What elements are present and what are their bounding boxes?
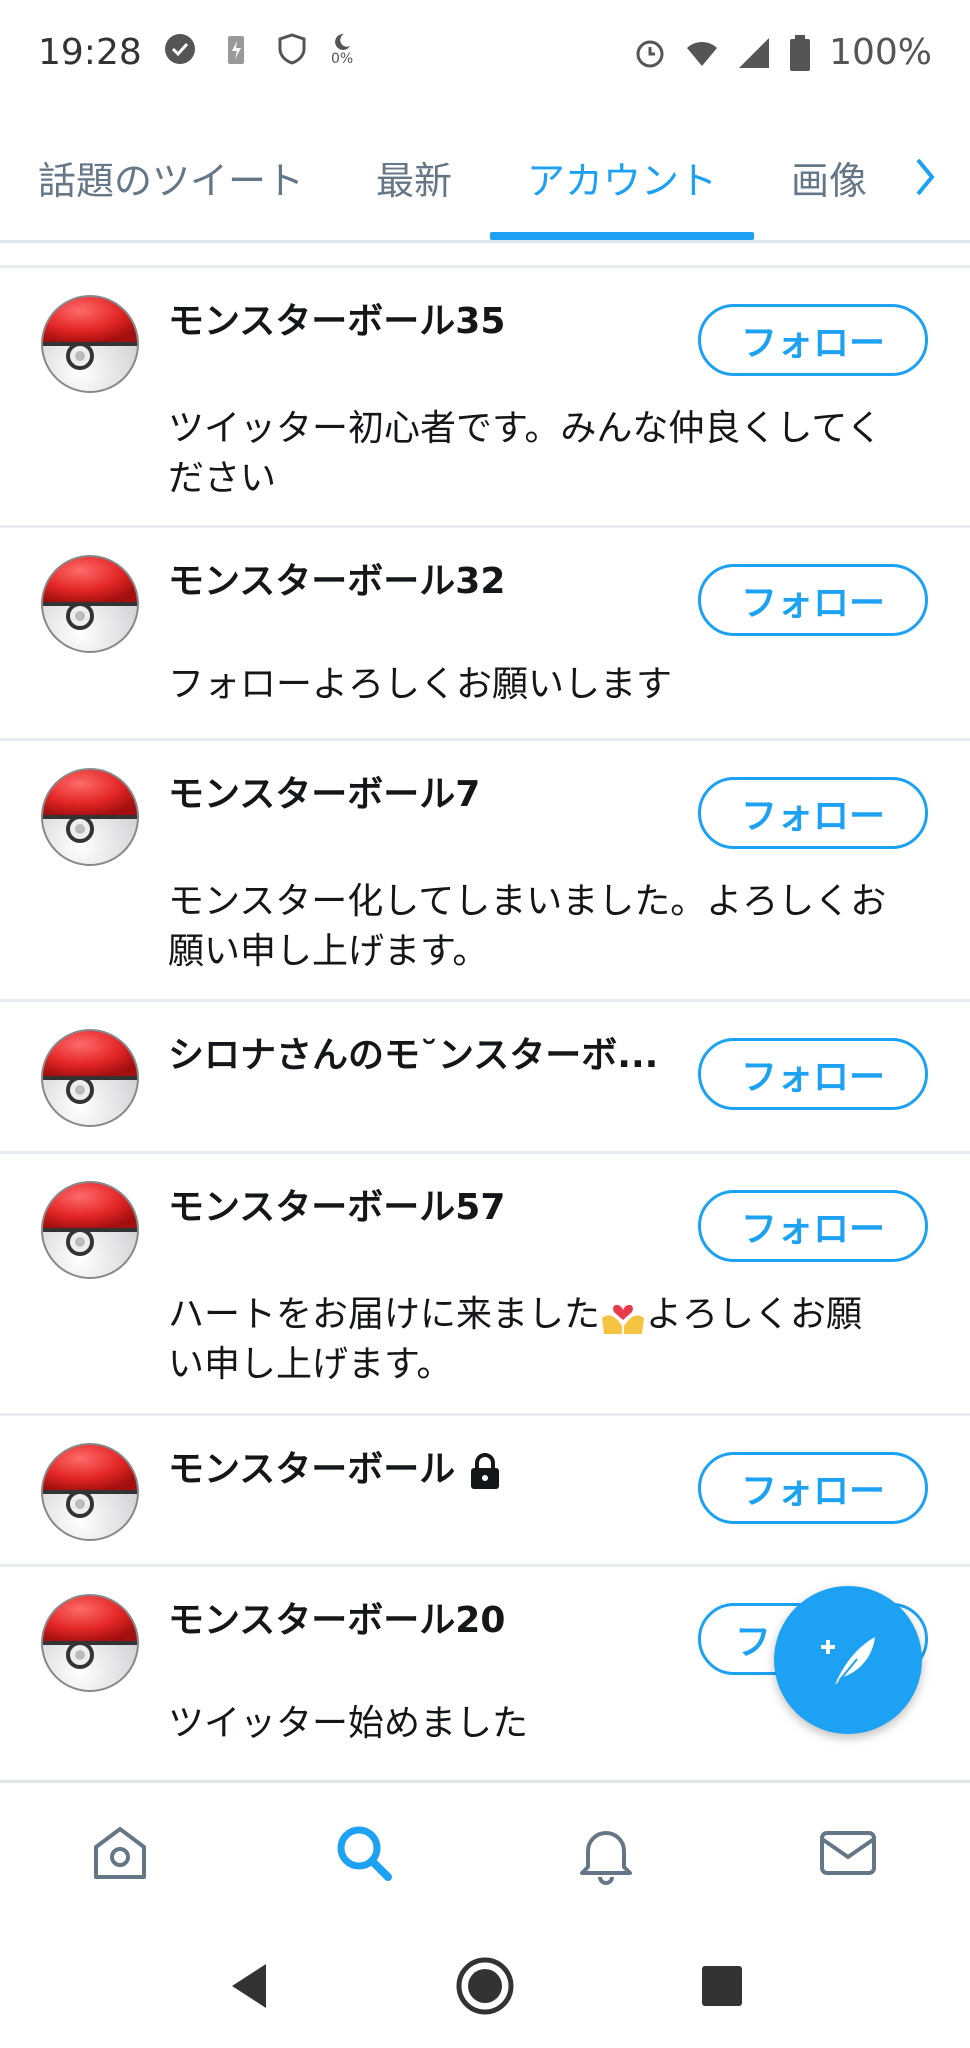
home-icon[interactable]: [88, 1821, 152, 1885]
follow-button[interactable]: フォロー: [698, 1038, 928, 1110]
list-item[interactable]: モンスターボール7 フォロー モンスター化してしまいました。よろしくお 願い申し…: [0, 741, 970, 1002]
follow-button[interactable]: フォロー: [698, 1452, 928, 1524]
tab-accounts[interactable]: アカウント: [527, 150, 717, 205]
status-time: 19:28: [38, 32, 142, 73]
list-item[interactable]: モンスターボール35 フォロー ツイッター初心者です。みんな仲良くしてく ださい: [0, 268, 970, 528]
list-item[interactable]: モンスターボール57 フォロー ハートをお届けに来ました よろしくお願 い申し上げ…: [0, 1154, 970, 1416]
account-bio: モンスター化してしまいました。よろしくお 願い申し上げます。: [168, 881, 887, 972]
battery-icon: [790, 34, 811, 71]
list-item[interactable]: シロナさんのモ˘ンスターボ... フォロー: [0, 1002, 970, 1154]
home-circle-icon[interactable]: [455, 1956, 515, 2016]
avatar[interactable]: [40, 1180, 140, 1280]
list-item[interactable]: モンスターボール フォロー: [0, 1416, 970, 1567]
chevron-right-icon[interactable]: [910, 152, 940, 202]
follow-button[interactable]: フォロー: [698, 304, 928, 376]
account-bio: ツイッター初心者です。みんな仲良くしてく ださい: [168, 408, 883, 499]
signal-icon: [739, 37, 770, 68]
account-name[interactable]: シロナさんのモ˘ンスターボ...: [168, 1026, 658, 1078]
avatar[interactable]: [40, 767, 140, 867]
compose-tweet-button[interactable]: [774, 1586, 922, 1734]
tab-images[interactable]: 画像: [791, 150, 867, 205]
bottom-navigation: [0, 1780, 970, 1923]
account-name[interactable]: モンスターボール32: [168, 552, 505, 604]
account-bio: ハートをお届けに来ました よろしくお願 い申し上げます。: [168, 1294, 863, 1385]
compose-feather-icon: [821, 1637, 875, 1685]
shield-icon: [278, 33, 306, 65]
active-tab-indicator: [490, 232, 754, 240]
battery-percent: 100%: [829, 32, 932, 73]
bell-icon[interactable]: [574, 1821, 638, 1885]
system-navigation-bar: [0, 1920, 970, 2048]
follow-button[interactable]: フォロー: [698, 777, 928, 849]
tab-top-tweets[interactable]: 話題のツイート: [38, 150, 304, 205]
account-bio: フォローよろしくお願いします: [168, 664, 673, 705]
status-bar: 19:28 0% 100%: [0, 0, 970, 110]
battery-charging-icon: [228, 36, 244, 64]
back-icon[interactable]: [222, 1958, 278, 2014]
avatar[interactable]: [40, 554, 140, 654]
list-item[interactable]: モンスターボール32 フォロー フォローよろしくお願いします: [0, 528, 970, 741]
avatar[interactable]: [40, 1593, 140, 1693]
moon-icon: [335, 33, 351, 50]
account-name[interactable]: モンスターボール35: [168, 292, 505, 344]
lock-icon: [471, 1453, 500, 1489]
search-icon[interactable]: [332, 1821, 396, 1885]
mail-icon[interactable]: [816, 1821, 880, 1885]
alarm-icon: [636, 40, 664, 67]
tab-latest[interactable]: 最新: [376, 150, 452, 205]
avatar[interactable]: [40, 294, 140, 394]
check-circle-icon: [165, 34, 195, 64]
avatar[interactable]: [40, 1028, 140, 1128]
search-tabs: 話題のツイート 最新 アカウント 画像: [0, 110, 970, 243]
hands-heart-emoji-icon: [602, 1304, 645, 1334]
wifi-icon: [687, 41, 718, 66]
account-name[interactable]: モンスターボール: [168, 1440, 505, 1492]
account-name[interactable]: モンスターボール7: [168, 765, 480, 817]
recents-icon[interactable]: [694, 1958, 750, 2014]
status-mini-percent: 0%: [331, 51, 354, 67]
account-name[interactable]: モンスターボール20: [168, 1591, 505, 1643]
avatar[interactable]: [40, 1442, 140, 1542]
follow-button[interactable]: フォロー: [698, 1190, 928, 1262]
account-name[interactable]: モンスターボール57: [168, 1178, 505, 1230]
follow-button[interactable]: フォロー: [698, 564, 928, 636]
